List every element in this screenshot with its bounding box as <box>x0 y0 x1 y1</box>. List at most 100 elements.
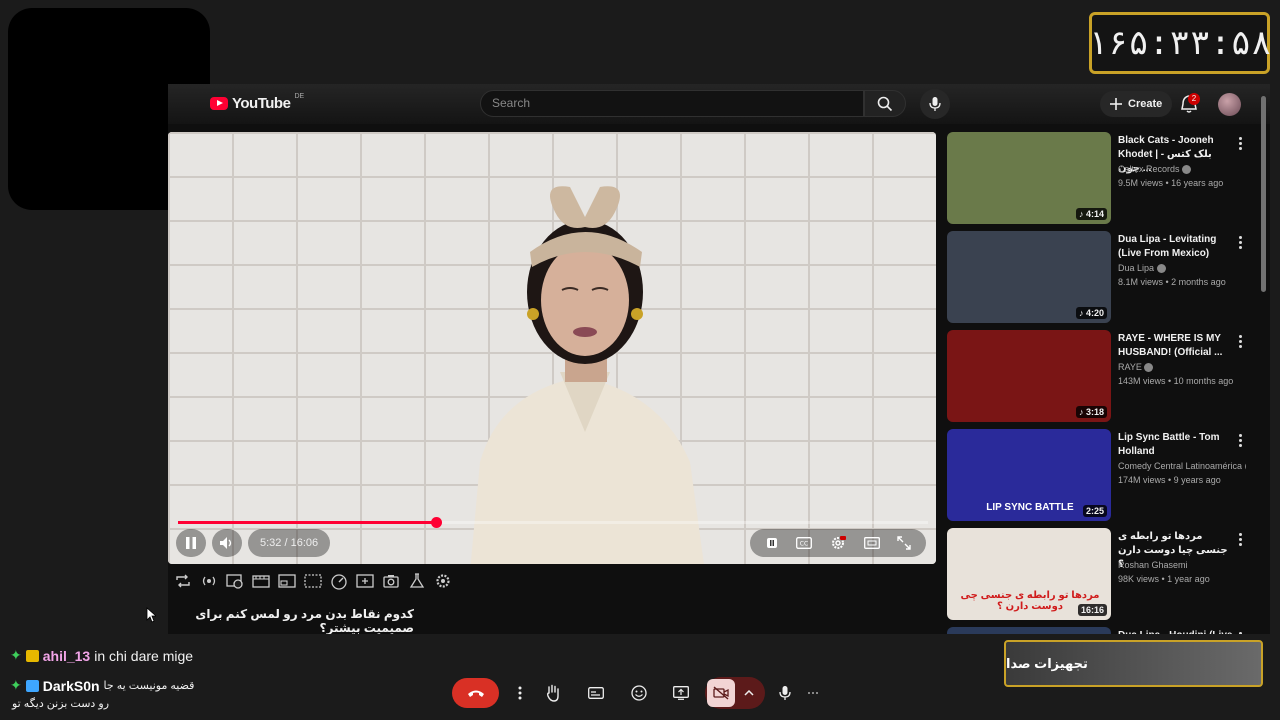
volume-icon <box>220 537 232 549</box>
flask-icon[interactable] <box>408 572 426 590</box>
avatar[interactable] <box>1218 93 1241 116</box>
horizontal-dots-icon <box>808 692 818 694</box>
verified-icon <box>1156 264 1166 274</box>
video-thumbnail[interactable] <box>947 627 1111 634</box>
channel-name[interactable]: Dua Lipa <box>1118 263 1246 274</box>
crown-badge-icon <box>25 649 39 662</box>
video-duration: ♪ 3:18 <box>1075 406 1107 418</box>
recommendation-title[interactable]: Lip Sync Battle - Tom Holland <box>1118 431 1236 459</box>
create-button[interactable]: Create <box>1100 91 1173 117</box>
chat-message: ✦ ahil_13 in chi dare mige <box>10 647 193 664</box>
video-player[interactable]: 5:32 / 16:06 CC <box>168 132 936 564</box>
video-thumbnail[interactable]: LIP SYNC BATTLE 2:25 <box>947 429 1111 521</box>
video-meta: 8.1M views • 2 months ago <box>1118 277 1226 287</box>
audio-mode-icon[interactable] <box>200 572 218 590</box>
more-actions-icon[interactable] <box>1238 631 1242 634</box>
reactions-button[interactable] <box>623 677 655 709</box>
verified-icon <box>1182 165 1192 175</box>
channel-name[interactable]: RAYE <box>1118 362 1246 373</box>
video-thumbnail[interactable]: ♪ 3:18 <box>947 330 1111 422</box>
more-actions-icon[interactable] <box>1238 532 1242 546</box>
search-input[interactable]: Search <box>480 90 864 117</box>
screenshot-camera-icon[interactable] <box>382 572 400 590</box>
more-actions-icon[interactable] <box>1238 433 1242 447</box>
more-actions-icon[interactable] <box>1238 235 1242 249</box>
music-note-icon: ♪ <box>1078 209 1086 219</box>
hangup-button[interactable] <box>452 678 499 708</box>
recommendation-title[interactable]: Dua Lipa - Levitating (Live From Mexico) <box>1118 233 1236 261</box>
progress-handle[interactable] <box>431 517 442 528</box>
camera-options-button[interactable] <box>738 677 760 709</box>
recommendation-item[interactable]: ♪ 4:20 Dua Lipa - Levitating (Live From M… <box>947 231 1257 323</box>
extension-toolbar <box>174 572 452 590</box>
chat-username: ahil_13 <box>42 647 91 664</box>
camera-off-icon <box>713 686 729 700</box>
video-duration: 16:16 <box>1077 604 1107 616</box>
autoplay-toggle-icon[interactable] <box>765 536 779 550</box>
mouse-cursor-icon <box>146 607 156 623</box>
video-thumbnail[interactable]: ♪ 4:20 <box>947 231 1111 323</box>
audio-equipment-panel[interactable]: تجهیزات صدا <box>1004 640 1263 687</box>
logo-text: YouTube <box>232 95 291 112</box>
recommendation-item[interactable]: Dua Lipa - Houdini (Live ... <box>947 627 1257 634</box>
channel-name[interactable]: Caltex Records <box>1118 164 1246 175</box>
video-thumbnail[interactable]: مردها تو رابطه ی جنسی چی دوست دارن ؟ 16:1… <box>947 528 1111 620</box>
recommendation-title[interactable]: Dua Lipa - Houdini (Live ... <box>1118 629 1236 634</box>
more-actions-icon[interactable] <box>1238 334 1242 348</box>
add-screen-icon[interactable] <box>356 572 374 590</box>
recommendation-item[interactable]: ♪ 4:14 Black Cats - Jooneh Khodet | بلک ک… <box>947 132 1257 224</box>
theater-mode-icon[interactable] <box>863 537 880 549</box>
film-strip-icon[interactable] <box>252 572 270 590</box>
create-label: Create <box>1128 98 1163 110</box>
search-icon <box>877 96 893 111</box>
duration-text: 3:18 <box>1085 407 1104 417</box>
present-screen-button[interactable] <box>665 677 697 709</box>
verified-icon <box>1144 363 1154 373</box>
recommendation-item[interactable]: ♪ 3:18 RAYE - WHERE IS MY HUSBAND! (Offic… <box>947 330 1257 422</box>
subtitles-icon[interactable]: CC <box>796 537 813 549</box>
progress-bar-fill <box>178 521 436 524</box>
raise-hand-button[interactable] <box>537 677 569 709</box>
recommendation-item[interactable]: LIP SYNC BATTLE 2:25 Lip Sync Battle - Tom… <box>947 429 1257 521</box>
extension-settings-icon[interactable] <box>434 572 452 590</box>
voice-search-button[interactable] <box>920 89 950 119</box>
search-button[interactable] <box>864 90 906 117</box>
stream-timer: ۱۶۵:۳۳:۵۸ <box>1087 12 1270 74</box>
channel-text: Caltex Records <box>1118 164 1180 174</box>
mic-options-button[interactable] <box>797 677 829 709</box>
video-person-figure <box>470 186 704 564</box>
hand-icon <box>546 684 559 702</box>
camera-toggle-button[interactable] <box>707 679 735 707</box>
chat-text: in chi dare mige <box>94 647 194 664</box>
speed-icon[interactable] <box>330 572 348 590</box>
video-duration: ♪ 4:20 <box>1075 307 1107 319</box>
present-icon <box>673 686 689 700</box>
recommendation-item[interactable]: مردها تو رابطه ی جنسی چی دوست دارن ؟ 16:1… <box>947 528 1257 620</box>
settings-gear-icon[interactable] <box>830 535 846 551</box>
youtube-logo[interactable]: YouTube DE <box>210 93 304 112</box>
channel-name[interactable]: Comedy Central Latinoamérica <box>1118 461 1246 472</box>
recommendation-title[interactable]: RAYE - WHERE IS MY HUSBAND! (Official ..… <box>1118 332 1236 360</box>
video-duration: ♪ 4:14 <box>1075 208 1107 220</box>
sparkle-icon: ✦ <box>10 677 22 693</box>
more-actions-icon[interactable] <box>1238 136 1242 150</box>
volume-button[interactable] <box>212 529 242 557</box>
channel-name[interactable]: Roshan Ghasemi <box>1118 560 1246 570</box>
loop-icon[interactable] <box>174 572 192 590</box>
sidebar-scrollbar[interactable] <box>1261 96 1266 292</box>
chat-message: ✦ DarkS0n قضیه مونیست یه جا رو دست بزنن … <box>10 677 194 710</box>
progress-bar[interactable] <box>178 517 928 528</box>
pause-icon <box>186 537 196 549</box>
expand-player-icon[interactable] <box>304 572 322 590</box>
more-options-button[interactable] <box>504 677 536 709</box>
game-badge-icon <box>25 679 39 692</box>
fullscreen-icon[interactable] <box>897 536 911 550</box>
video-thumbnail[interactable]: ♪ 4:14 <box>947 132 1111 224</box>
pause-button[interactable] <box>176 529 206 557</box>
music-note-icon: ♪ <box>1078 308 1086 318</box>
screen: ۱۶۵:۳۳:۵۸ YouTube DE Search Create 2 5:3… <box>0 0 1280 720</box>
captions-button[interactable] <box>580 677 612 709</box>
youtube-window: YouTube DE Search Create 2 5:32 / 16:06 … <box>168 84 1270 634</box>
picture-in-picture-icon[interactable] <box>278 572 296 590</box>
cinema-icon[interactable] <box>226 572 244 590</box>
